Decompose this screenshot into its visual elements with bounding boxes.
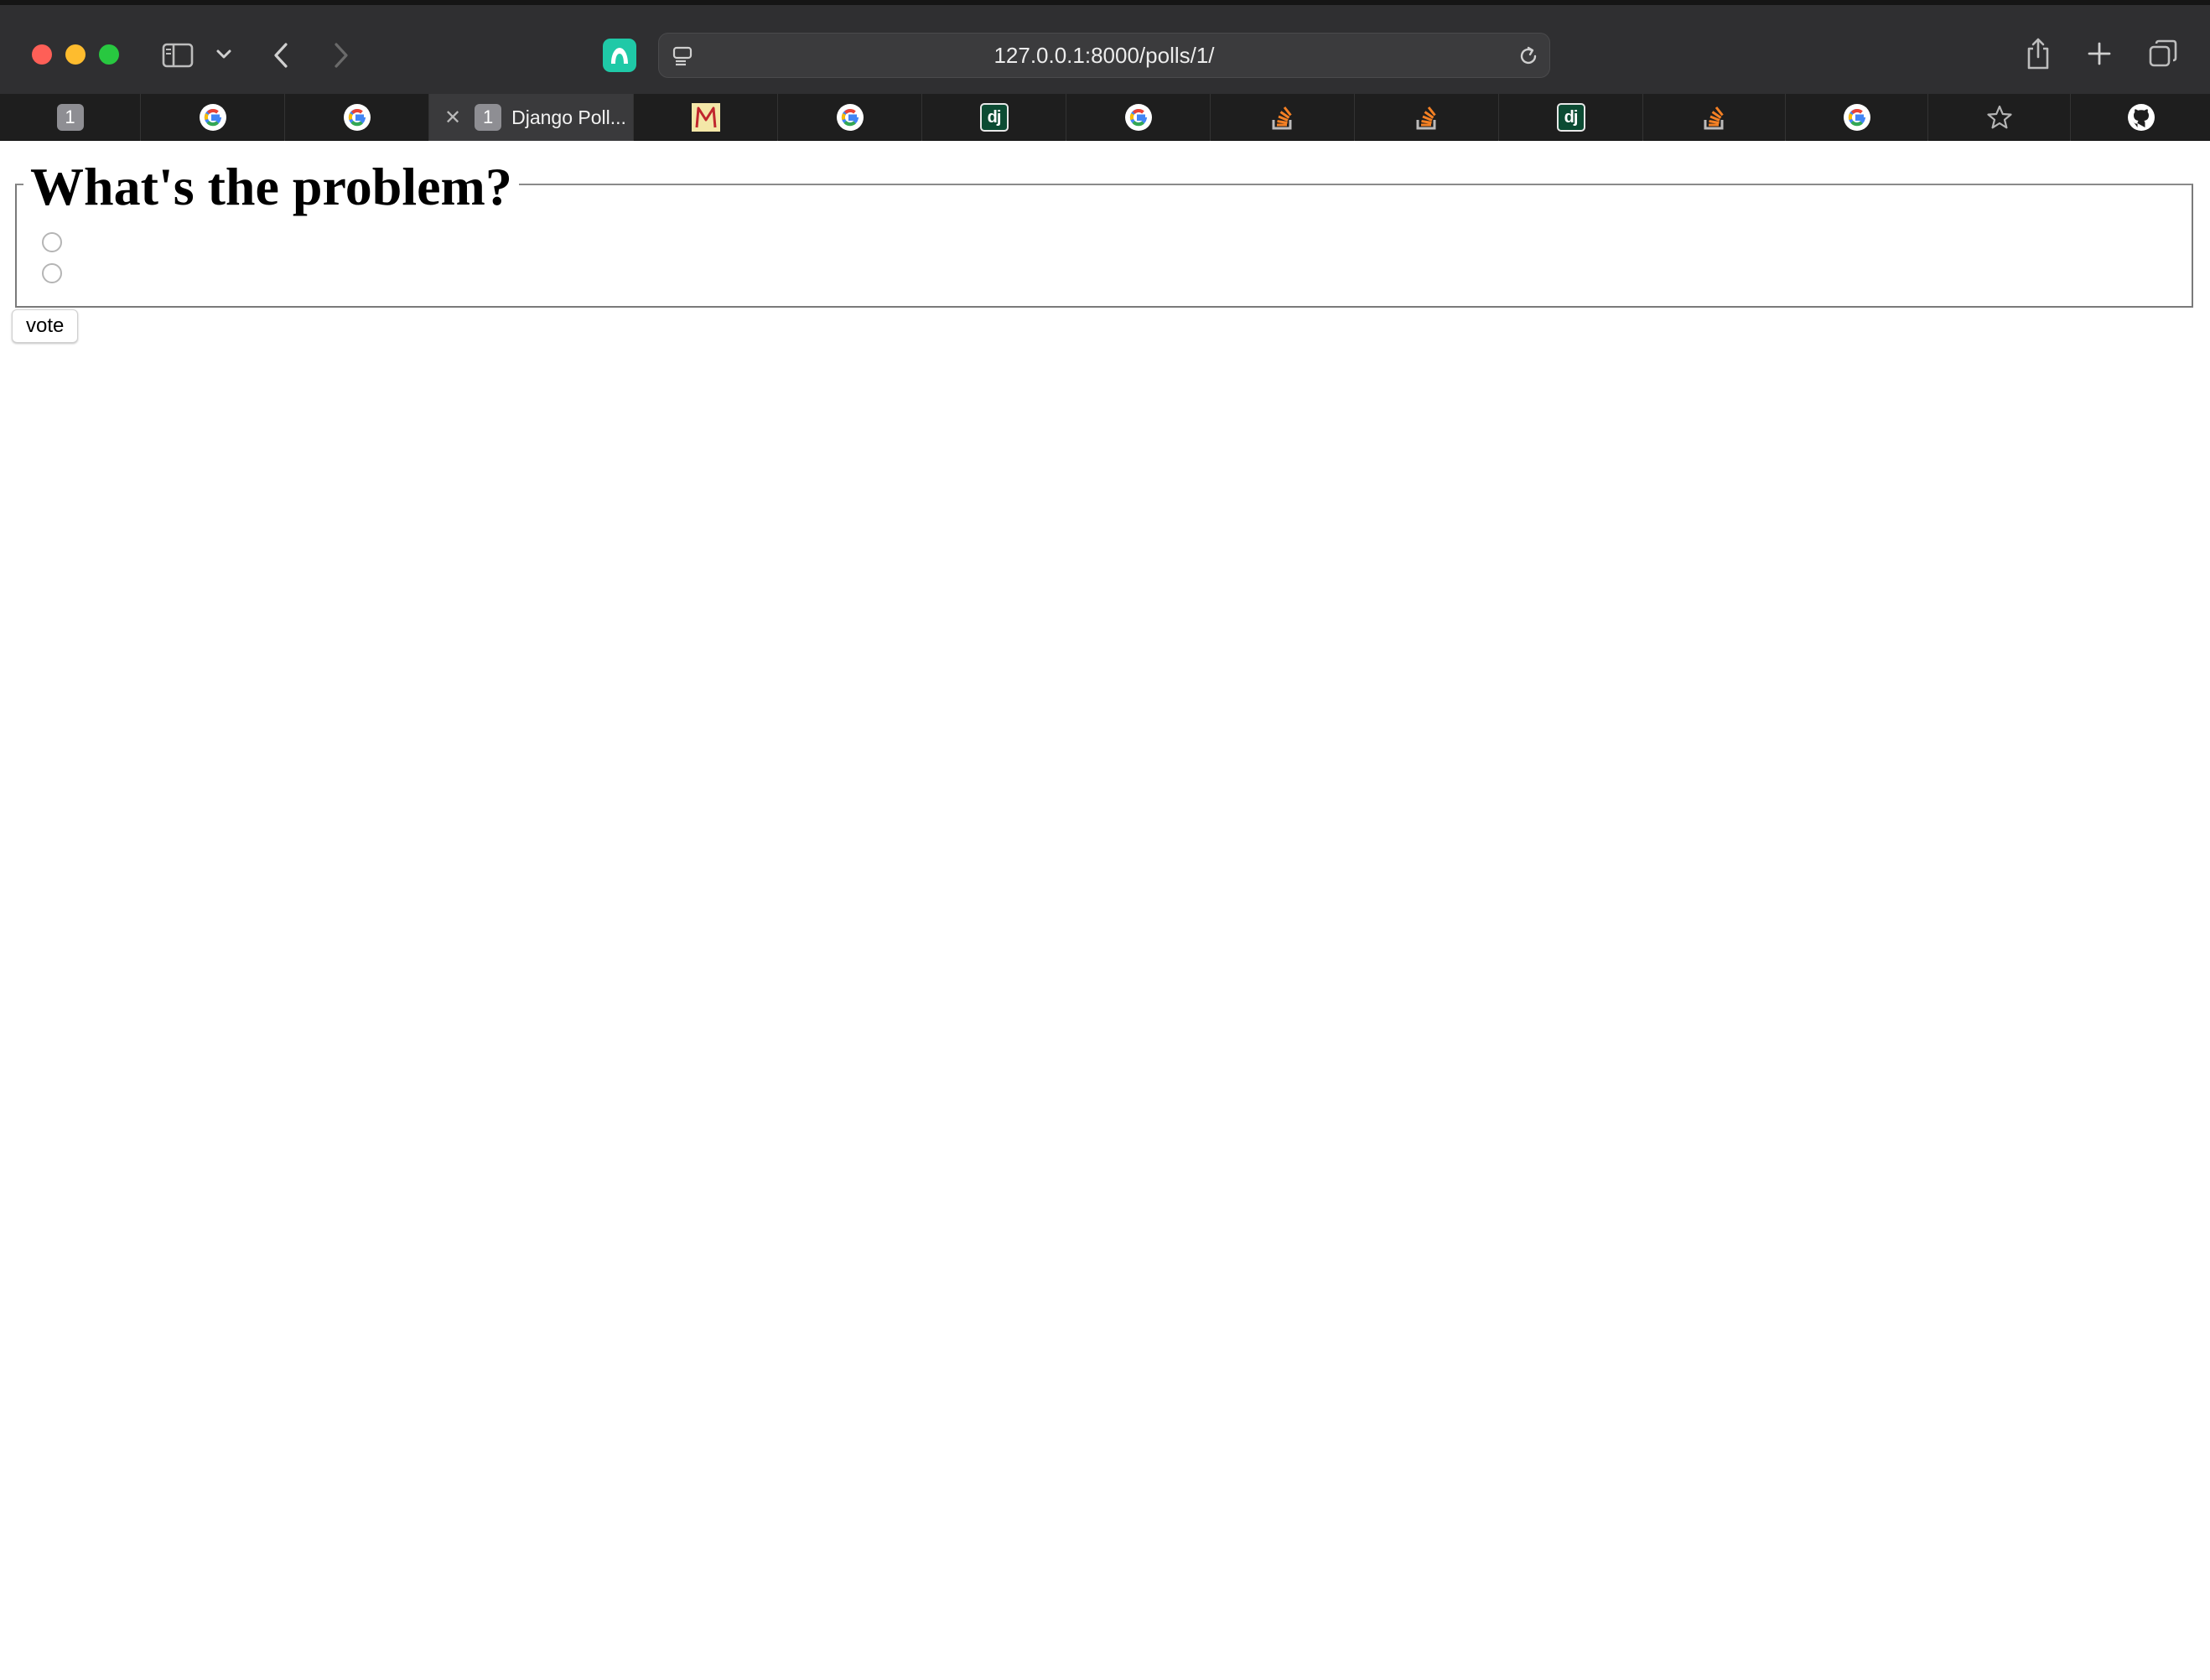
tab-10[interactable]	[1355, 94, 1499, 141]
choice-radio-1[interactable]	[42, 232, 62, 252]
back-icon[interactable]	[268, 39, 293, 72]
choice-radio-2[interactable]	[42, 263, 62, 283]
gmail-m-icon	[691, 103, 720, 132]
tab-11[interactable]: dj	[1499, 94, 1643, 141]
tab-15[interactable]	[2071, 94, 2210, 141]
google-icon	[836, 104, 864, 131]
tab-12[interactable]	[1643, 94, 1786, 141]
browser-toolbar: 127.0.0.1:8000/polls/1/	[0, 0, 2210, 94]
maximize-window-button[interactable]	[99, 44, 119, 65]
tab-13[interactable]	[1786, 94, 1928, 141]
url-text[interactable]: 127.0.0.1:8000/polls/1/	[659, 34, 1549, 77]
address-bar[interactable]: 127.0.0.1:8000/polls/1/	[658, 33, 1550, 78]
tab-6[interactable]	[778, 94, 922, 141]
close-window-button[interactable]	[32, 44, 52, 65]
google-icon	[1843, 104, 1870, 131]
vote-button[interactable]: vote	[12, 309, 79, 343]
number-badge-icon: 1	[475, 104, 502, 131]
extension-icon[interactable]	[603, 39, 636, 72]
stackoverflow-icon	[1272, 106, 1292, 130]
forward-icon[interactable]	[329, 39, 354, 72]
minimize-window-button[interactable]	[65, 44, 86, 65]
tab-8[interactable]	[1066, 94, 1211, 141]
stackoverflow-icon	[1704, 106, 1724, 130]
number-badge-icon: 1	[56, 104, 84, 131]
stackoverflow-icon	[1416, 106, 1436, 130]
tab-14[interactable]	[1928, 94, 2071, 141]
new-tab-icon[interactable]	[2084, 39, 2114, 69]
chevron-down-icon[interactable]	[213, 44, 235, 65]
page-content: What's the problem? vote	[0, 142, 2210, 1680]
tab-overview-icon[interactable]	[2146, 37, 2180, 70]
poll-question: What's the problem?	[23, 155, 519, 219]
django-icon: dj	[979, 103, 1009, 132]
django-icon: dj	[1556, 103, 1585, 132]
close-icon[interactable]: ✕	[444, 107, 461, 127]
google-icon	[343, 104, 371, 131]
tab-django-polls[interactable]: ✕ 1 Django Poll...	[429, 94, 634, 141]
google-icon	[199, 104, 226, 131]
tab-title: Django Poll...	[511, 106, 626, 128]
tab-strip: 1 ✕ 1 Django Poll... dj dj	[0, 94, 2210, 141]
reload-icon[interactable]	[1516, 44, 1541, 69]
tab-1[interactable]: 1	[0, 94, 141, 141]
google-icon	[1124, 104, 1152, 131]
sidebar-toggle-icon[interactable]	[159, 39, 196, 72]
tab-3[interactable]	[285, 94, 429, 141]
share-icon[interactable]	[2024, 35, 2052, 72]
tab-7[interactable]: dj	[922, 94, 1066, 141]
tab-5[interactable]	[634, 94, 778, 141]
star-icon	[1986, 105, 2012, 129]
github-icon	[2128, 104, 2155, 131]
tab-2[interactable]	[141, 94, 285, 141]
tab-9[interactable]	[1211, 94, 1355, 141]
